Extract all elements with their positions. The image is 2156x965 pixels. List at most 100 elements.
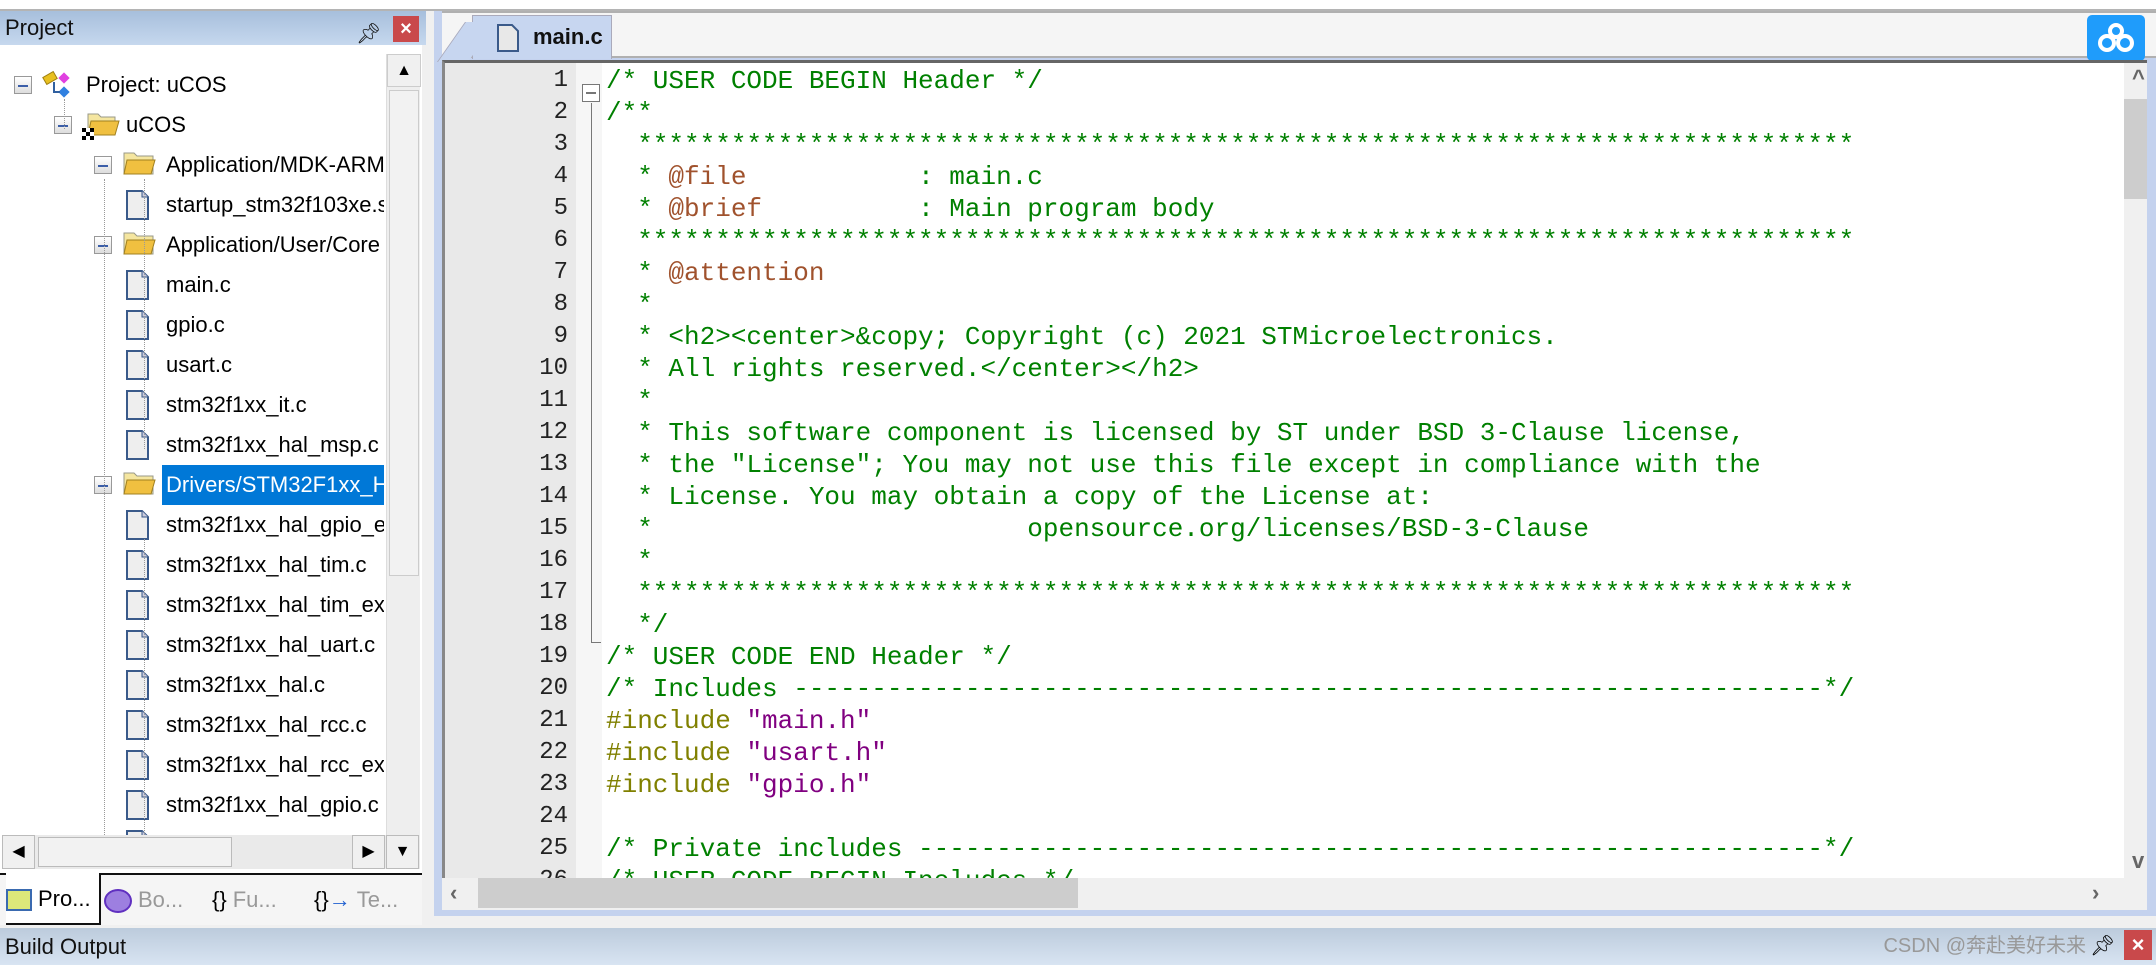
- tree-item-folder[interactable]: Application/MDK-ARM: [2, 145, 384, 185]
- tree-item-file[interactable]: stm32f1xx_hal_msp.c: [2, 425, 384, 465]
- code-line[interactable]: #include "gpio.h": [606, 769, 871, 801]
- code-token-cm: ****************************************…: [606, 130, 1855, 160]
- scroll-thumb[interactable]: [2124, 99, 2147, 199]
- scroll-thumb[interactable]: [38, 837, 232, 867]
- code-token-pp: #include: [606, 706, 747, 736]
- code-line[interactable]: *: [606, 545, 653, 577]
- code-line[interactable]: * opensource.org/licenses/BSD-3-Clause: [606, 513, 1589, 545]
- collapse-icon[interactable]: [14, 76, 32, 94]
- tree-item-file[interactable]: stm32f1xx_it.c: [2, 385, 384, 425]
- collapse-icon[interactable]: [54, 116, 72, 134]
- scroll-right-icon[interactable]: ›: [2092, 880, 2099, 906]
- code-line[interactable]: * @attention: [606, 257, 824, 289]
- collapse-icon[interactable]: [94, 156, 112, 174]
- editor-tab-strip: main.c: [442, 11, 2156, 61]
- tree-item-folder[interactable]: Drivers/STM32F1xx_HAL_Driver: [2, 465, 384, 505]
- scroll-down-icon[interactable]: ▼: [386, 835, 419, 869]
- tree-item-file[interactable]: stm32f1xx_hal_uart.c: [2, 625, 384, 665]
- collapse-icon[interactable]: [94, 476, 112, 494]
- code-token-cm: /* USER CODE BEGIN Includes */: [606, 866, 1074, 878]
- tree-item-file[interactable]: stm32f1xx_hal_tim.c: [2, 545, 384, 585]
- cloud-sync-icon[interactable]: [2087, 15, 2145, 61]
- tree-item-project[interactable]: Project: uCOS: [2, 65, 384, 105]
- pin-icon[interactable]: 📌︎: [2090, 928, 2115, 965]
- line-number: 14: [539, 483, 568, 510]
- code-line[interactable]: * All rights reserved.</center></h2>: [606, 353, 1199, 385]
- code-line[interactable]: * License. You may obtain a copy of the …: [606, 481, 1433, 513]
- tree-item-file[interactable]: stm32f1xx_hal.c: [2, 665, 384, 705]
- code-line[interactable]: *: [606, 385, 653, 417]
- tree-item-file[interactable]: stm32f1xx_hal_gpio.c: [2, 785, 384, 825]
- fold-end: [591, 642, 601, 643]
- code-line[interactable]: ****************************************…: [606, 225, 1854, 257]
- tree-item-file[interactable]: stm32f1xx_hal_tim_ex.c: [2, 585, 384, 625]
- panel-tab-fu[interactable]: {} Fu...: [212, 879, 285, 921]
- code-token-tag: @attention: [668, 258, 825, 288]
- code-line[interactable]: /* USER CODE BEGIN Header */: [606, 65, 1043, 97]
- editor-vertical-scrollbar[interactable]: ^ v: [2124, 63, 2147, 878]
- code-line[interactable]: * @file : main.c: [606, 161, 1043, 193]
- code-line[interactable]: *: [606, 289, 653, 321]
- code-line[interactable]: /* Private includes --------------------…: [606, 833, 1854, 865]
- line-number-gutter: 1 2 3 4 5 6 7 8 9 10 11 12 13 14 15 16 17 18 19 20 21 22 23 24 2…: [445, 63, 576, 878]
- tree-item-file[interactable]: usart.c: [2, 345, 384, 385]
- tree-item-file[interactable]: main.c: [2, 265, 384, 305]
- tree-guide-line: [64, 99, 65, 129]
- code-token-cm: *: [606, 258, 669, 288]
- scroll-thumb[interactable]: [478, 878, 1078, 908]
- code-editor[interactable]: 1 2 3 4 5 6 7 8 9 10 11 12 13 14 15 16 17 18 19 20 21 22 23 24 2…: [442, 60, 2147, 878]
- code-line[interactable]: #include "main.h": [606, 705, 871, 737]
- project-panel: Project 📌︎ × Project: uCOS uCOS Applicatio…: [0, 11, 426, 925]
- tree-vertical-scrollbar[interactable]: ▲: [386, 54, 421, 846]
- code-token-cm: * <h2><center>&copy; Copyright (c) 2021 …: [606, 322, 1558, 352]
- code-line[interactable]: ****************************************…: [606, 129, 1854, 161]
- tree-item-label: Drivers/STM32F1xx_HAL_Driver: [162, 465, 384, 505]
- code-line[interactable]: /* USER CODE BEGIN Includes */: [606, 865, 1074, 878]
- collapse-icon[interactable]: [94, 236, 112, 254]
- scroll-thumb[interactable]: [389, 90, 419, 576]
- line-number: 17: [539, 579, 568, 606]
- tree-guide-line: [144, 179, 145, 449]
- panel-tab-pro[interactable]: Pro...: [6, 873, 101, 925]
- tree-item-label: Application/MDK-ARM: [166, 152, 384, 177]
- fold-collapse-icon[interactable]: [582, 84, 600, 102]
- line-number: 4: [553, 163, 568, 190]
- pin-icon[interactable]: 📌︎: [356, 17, 381, 51]
- tree-item-file[interactable]: stm32f1xx_hal_gpio_ex.c: [2, 505, 384, 545]
- code-line[interactable]: /**: [606, 97, 653, 129]
- tree-item-file[interactable]: startup_stm32f103xe.s: [2, 185, 384, 225]
- code-token-str: "main.h": [746, 706, 872, 736]
- scroll-down-icon[interactable]: v: [2132, 848, 2144, 874]
- scroll-left-icon[interactable]: ◀: [2, 835, 35, 869]
- close-icon[interactable]: ×: [393, 16, 419, 42]
- code-line[interactable]: */: [606, 609, 668, 641]
- tab-main-c[interactable]: main.c: [472, 15, 612, 59]
- scroll-up-icon[interactable]: ▲: [387, 54, 421, 87]
- tree-item-folder[interactable]: Application/User/Core: [2, 225, 384, 265]
- tree-guide-line: [104, 179, 105, 838]
- tree-item-file[interactable]: stm32f1xx_hal_rcc_ex.c: [2, 745, 384, 785]
- code-line[interactable]: * the "License"; You may not use this fi…: [606, 449, 1760, 481]
- tree-horizontal-scrollbar[interactable]: ◀ ▶ ▼: [2, 835, 420, 869]
- code-line[interactable]: #include "usart.h": [606, 737, 887, 769]
- line-number: 2: [553, 99, 568, 126]
- panel-tab-bo[interactable]: Bo...: [104, 879, 191, 921]
- scroll-right-icon[interactable]: ▶: [352, 835, 385, 869]
- editor-horizontal-scrollbar[interactable]: ‹ ›: [442, 878, 2147, 910]
- code-line[interactable]: /* Includes ----------------------------…: [606, 673, 1854, 705]
- line-number: 20: [539, 675, 568, 702]
- code-line[interactable]: * This software component is licensed by…: [606, 417, 1745, 449]
- tree-item-file[interactable]: gpio.c: [2, 305, 384, 345]
- scroll-left-icon[interactable]: ‹: [450, 880, 457, 906]
- code-line[interactable]: /* USER CODE END Header */: [606, 641, 1012, 673]
- code-line[interactable]: * <h2><center>&copy; Copyright (c) 2021 …: [606, 321, 1558, 353]
- tree-item-file[interactable]: stm32f1xx_hal_rcc.c: [2, 705, 384, 745]
- close-icon[interactable]: ×: [2124, 930, 2152, 960]
- panel-tab-te[interactable]: {}→ Te...: [314, 879, 406, 921]
- code-line[interactable]: * @brief : Main program body: [606, 193, 1214, 225]
- code-line[interactable]: ****************************************…: [606, 577, 1854, 609]
- scroll-up-icon[interactable]: ^: [2132, 65, 2145, 91]
- code-token-cm: * This software component is licensed by…: [606, 418, 1745, 448]
- tree-item-target[interactable]: uCOS: [2, 105, 384, 145]
- line-number: 7: [553, 259, 568, 286]
